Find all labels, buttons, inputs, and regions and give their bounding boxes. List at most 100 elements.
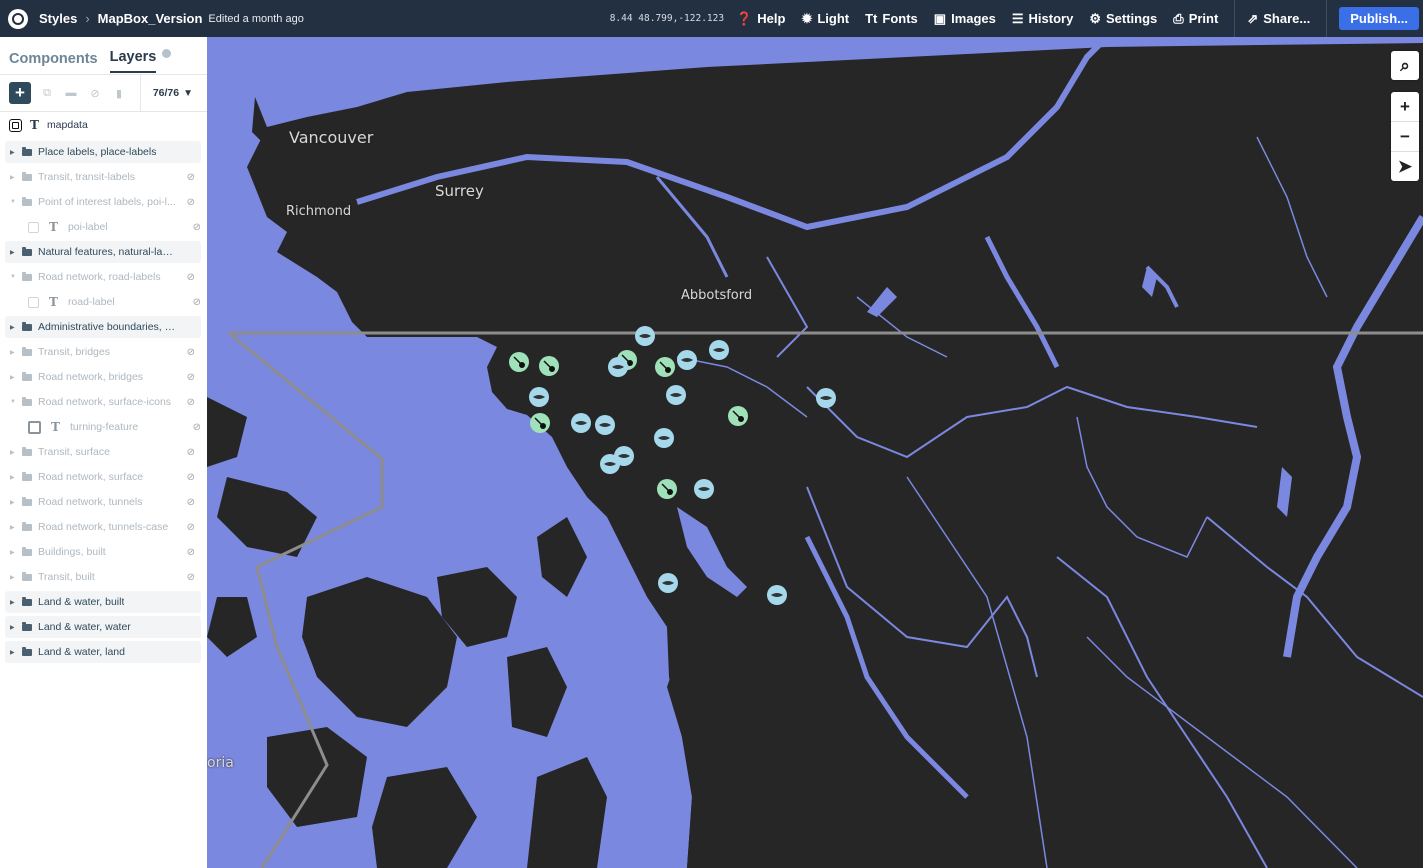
caret-down-icon[interactable]: ▼ (10, 399, 20, 405)
eye-hidden-icon[interactable]: ⊘ (187, 447, 195, 458)
top-bar: Styles › MapBox_Version Edited a month a… (0, 0, 1423, 37)
layer-group-label: Natural features, natural-labels (38, 246, 178, 258)
layer-swatch-icon (28, 420, 41, 434)
folder-icon (22, 621, 32, 631)
layer-group-row[interactable]: ▼ Road network, road-labels ⊘ (5, 266, 201, 288)
help-button[interactable]: ❓ Help (736, 11, 785, 27)
layer-group-row[interactable]: ▶ Transit, bridges ⊘ (5, 341, 201, 363)
eye-hidden-icon[interactable]: ⊘ (193, 422, 201, 433)
layer-group-label: Transit, built (38, 571, 95, 583)
layer-group-row[interactable]: ▶ Land & water, built (5, 591, 201, 613)
history-button[interactable]: ☰ History (1012, 11, 1073, 27)
toolbar-divider (1234, 0, 1236, 37)
layer-group-row[interactable]: ▶ Land & water, land (5, 641, 201, 663)
caret-down-icon[interactable]: ▼ (10, 274, 20, 280)
layer-count[interactable]: 76/76 ▼ (139, 75, 207, 111)
layer-group-label: Buildings, built (38, 546, 106, 558)
share-button[interactable]: ⇗ Share... (1247, 11, 1310, 27)
caret-right-icon[interactable]: ▶ (10, 349, 20, 356)
print-button[interactable]: ⎙ Print (1173, 11, 1218, 27)
caret-right-icon[interactable]: ▶ (10, 524, 20, 531)
map-canvas[interactable]: Vancouver Surrey Richmond Abbotsford ori… (207, 37, 1423, 868)
caret-right-icon[interactable]: ▶ (10, 374, 20, 381)
layer-group-row[interactable]: ▼ Road network, surface-icons ⊘ (5, 391, 201, 413)
layer-group-row[interactable]: ▶ Transit, surface ⊘ (5, 441, 201, 463)
caret-right-icon[interactable]: ▶ (10, 574, 20, 581)
caret-right-icon[interactable]: ▶ (10, 174, 20, 181)
caret-right-icon[interactable]: ▶ (10, 324, 20, 331)
layer-row[interactable]: Tpoi-label ⊘ (28, 216, 201, 238)
caret-right-icon[interactable]: ▶ (10, 249, 20, 256)
eye-hidden-icon[interactable]: ⊘ (187, 497, 195, 508)
caret-right-icon[interactable]: ▶ (10, 649, 20, 656)
fonts-button[interactable]: Tt Fonts (865, 11, 918, 26)
layer-group-row[interactable]: ▶ Buildings, built ⊘ (5, 541, 201, 563)
layer-group-row[interactable]: ▶ Road network, bridges ⊘ (5, 366, 201, 388)
search-control[interactable]: ⌕ (1391, 51, 1419, 80)
layer-group-row[interactable]: ▶ Administrative boundaries, ad... (5, 316, 201, 338)
layer-group-row[interactable]: ▶ Road network, tunnels ⊘ (5, 491, 201, 513)
layer-group-row[interactable]: ▶ Land & water, water (5, 616, 201, 638)
eye-hidden-icon[interactable]: ⊘ (187, 347, 195, 358)
layer-group-row[interactable]: ▶ Natural features, natural-labels (5, 241, 201, 263)
eye-hidden-icon[interactable]: ⊘ (187, 472, 195, 483)
tab-layers[interactable]: Layers (109, 49, 157, 73)
search-icon[interactable]: ⌕ (1391, 51, 1419, 80)
hide-icon[interactable]: ⊘ (87, 87, 103, 100)
eye-hidden-icon[interactable]: ⊘ (187, 572, 195, 583)
trash-icon[interactable]: ▮ (111, 87, 127, 100)
source-name: mapdata (46, 119, 88, 131)
history-icon: ☰ (1011, 10, 1024, 26)
tab-status-dot (162, 49, 172, 58)
layer-row[interactable]: Tturning-feature ⊘ (28, 416, 201, 438)
eye-hidden-icon[interactable]: ⊘ (187, 397, 195, 408)
shovel-blade (738, 416, 744, 422)
caret-right-icon[interactable]: ▶ (10, 549, 20, 556)
layer-label: poi-label (67, 221, 108, 233)
breadcrumb-styles[interactable]: Styles (39, 11, 77, 26)
help-icon: ❓ (736, 10, 753, 26)
zoom-out-button[interactable]: − (1391, 121, 1419, 151)
map-coordinates: 8.44 48.799,-122.123 (609, 13, 725, 24)
eye-hidden-icon[interactable]: ⊘ (193, 222, 201, 233)
eye-hidden-icon[interactable]: ⊘ (187, 197, 195, 208)
folder-icon[interactable]: ▬ (63, 87, 79, 99)
place-label-abbotsford: Abbotsford (681, 288, 753, 303)
compass-button[interactable]: ➤ (1391, 151, 1419, 181)
layer-row[interactable]: Troad-label ⊘ (28, 291, 201, 313)
caret-down-icon[interactable]: ▼ (10, 199, 20, 205)
caret-right-icon[interactable]: ▶ (10, 499, 20, 506)
zoom-in-button[interactable]: + (1391, 92, 1419, 121)
publish-button[interactable]: Publish... (1339, 7, 1419, 30)
layer-group-row[interactable]: ▶ Place labels, place-labels (5, 141, 201, 163)
settings-button[interactable]: ⚙ Settings (1089, 11, 1157, 27)
caret-right-icon[interactable]: ▶ (10, 599, 20, 606)
tab-layers-label: Layers (109, 49, 157, 65)
eye-hidden-icon[interactable]: ⊘ (187, 372, 195, 383)
caret-right-icon[interactable]: ▶ (10, 449, 20, 456)
layer-group-row[interactable]: ▶ Road network, tunnels-case ⊘ (5, 516, 201, 538)
images-button[interactable]: ▣ Images (934, 11, 996, 27)
layer-group-row[interactable]: ▶ Transit, built ⊘ (5, 566, 201, 588)
folder-icon (22, 346, 32, 356)
caret-right-icon[interactable]: ▶ (10, 149, 20, 156)
light-button[interactable]: ✹ Light (801, 11, 849, 27)
layer-group-row[interactable]: ▶ Transit, transit-labels ⊘ (5, 166, 201, 188)
layer-group-row[interactable]: ▶ Road network, surface ⊘ (5, 466, 201, 488)
add-layer-button[interactable]: + (9, 82, 31, 104)
source-row[interactable]: T mapdata (0, 112, 207, 138)
layer-count-label: 76/76 (152, 87, 180, 99)
mapbox-logo-icon[interactable] (8, 8, 28, 29)
eye-hidden-icon[interactable]: ⊘ (193, 297, 201, 308)
layer-group-row[interactable]: ▼ Point of interest labels, poi-l... ⊘ (5, 191, 201, 213)
style-name[interactable]: MapBox_Version (98, 11, 203, 26)
eye-hidden-icon[interactable]: ⊘ (187, 547, 195, 558)
layer-list: ▶ Place labels, place-labels ▶ Transit, tra… (0, 141, 207, 663)
caret-right-icon[interactable]: ▶ (10, 474, 20, 481)
eye-hidden-icon[interactable]: ⊘ (187, 172, 195, 183)
duplicate-icon[interactable]: ⧉ (39, 87, 55, 100)
eye-hidden-icon[interactable]: ⊘ (187, 522, 195, 533)
tab-components[interactable]: Components (9, 51, 98, 73)
eye-hidden-icon[interactable]: ⊘ (187, 272, 195, 283)
caret-right-icon[interactable]: ▶ (10, 624, 20, 631)
